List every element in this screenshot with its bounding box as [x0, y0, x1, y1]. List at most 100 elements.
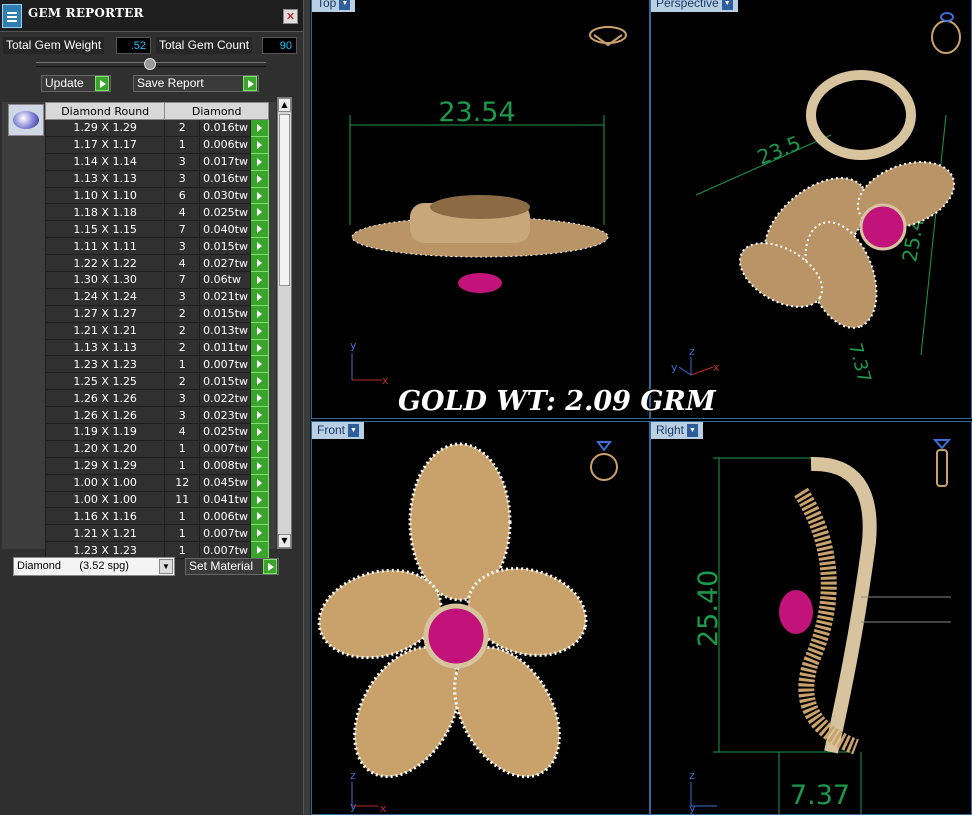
viewport-front[interactable]: Front ▼ z y x — [311, 421, 650, 815]
row-select-play-icon[interactable] — [250, 152, 269, 171]
row-select-play-icon[interactable] — [250, 321, 269, 340]
scroll-down-icon[interactable]: ▼ — [278, 534, 291, 548]
panel-splitter-handle[interactable] — [144, 58, 156, 70]
panel-titlebar: GEM REPORTER ✕ — [0, 0, 303, 32]
row-select-play-icon[interactable] — [250, 119, 269, 137]
close-icon[interactable]: ✕ — [283, 9, 298, 24]
table-row[interactable]: 1.10 X 1.10 6 0.030tw — [44, 186, 269, 205]
viewport-top[interactable]: Top ▼ 23.54 y x — [311, 0, 650, 419]
table-row[interactable]: 1.13 X 1.13 3 0.016tw — [44, 169, 269, 188]
row-select-play-icon[interactable] — [250, 473, 269, 492]
gem-count-cell: 1 — [164, 355, 201, 374]
gem-weight-cell: 0.022tw — [199, 389, 252, 408]
table-row[interactable]: 1.26 X 1.26 3 0.022tw — [44, 389, 269, 408]
row-select-play-icon[interactable] — [250, 490, 269, 509]
update-play-icon[interactable] — [95, 76, 109, 91]
table-row[interactable]: 1.23 X 1.23 1 0.007tw — [44, 355, 269, 374]
row-select-play-icon[interactable] — [250, 439, 269, 458]
material-select-value: Diamond (3.52 spg) — [17, 560, 129, 572]
gem-size-cell: 1.26 X 1.26 — [44, 406, 166, 425]
table-row[interactable]: 1.29 X 1.29 2 0.016tw — [44, 119, 269, 137]
save-report-button[interactable]: Save Report — [133, 75, 259, 92]
save-report-play-icon[interactable] — [243, 76, 257, 91]
table-row[interactable]: 1.24 X 1.24 3 0.021tw — [44, 287, 269, 306]
gem-list-scrollbar[interactable]: ▲ ▼ — [277, 97, 292, 549]
table-row[interactable]: 1.21 X 1.21 2 0.013tw — [44, 321, 269, 340]
table-row[interactable]: 1.25 X 1.25 2 0.015tw — [44, 372, 269, 391]
set-material-button-label: Set Material — [189, 559, 254, 573]
gem-count-cell: 7 — [164, 220, 201, 239]
material-select[interactable]: Diamond (3.52 spg) ▼ — [13, 557, 175, 576]
ruby-gem — [779, 590, 813, 634]
table-row[interactable]: 1.29 X 1.29 1 0.008tw — [44, 456, 269, 475]
column-header-diamond-round[interactable]: Diamond Round — [44, 102, 166, 120]
table-row[interactable]: 1.17 X 1.17 1 0.006tw — [44, 135, 269, 154]
row-select-play-icon[interactable] — [250, 372, 269, 391]
ruby-gem — [458, 273, 502, 293]
column-header-diamond[interactable]: Diamond — [164, 102, 269, 120]
row-select-play-icon[interactable] — [250, 203, 269, 222]
scroll-up-icon[interactable]: ▲ — [278, 98, 291, 112]
row-select-play-icon[interactable] — [250, 389, 269, 408]
row-select-play-icon[interactable] — [250, 304, 269, 323]
table-row[interactable]: 1.13 X 1.13 2 0.011tw — [44, 338, 269, 357]
row-select-play-icon[interactable] — [250, 355, 269, 374]
gem-weight-cell: 0.011tw — [199, 338, 252, 357]
table-row[interactable]: 1.19 X 1.19 4 0.025tw — [44, 423, 269, 441]
perspective-dimension-a: 23.5 — [754, 131, 804, 170]
row-select-play-icon[interactable] — [250, 254, 269, 273]
scrollbar-thumb[interactable] — [279, 114, 290, 286]
diamond-round-icon[interactable] — [8, 104, 44, 136]
panel-divider[interactable] — [303, 0, 311, 815]
table-row[interactable]: 1.22 X 1.22 4 0.027tw — [44, 254, 269, 273]
gem-count-cell: 2 — [164, 372, 201, 391]
panel-title: GEM REPORTER — [28, 6, 144, 20]
gem-size-cell: 1.21 X 1.21 — [44, 524, 166, 543]
row-select-play-icon[interactable] — [250, 423, 269, 441]
table-row[interactable]: 1.30 X 1.30 7 0.06tw — [44, 271, 269, 289]
ring-icon — [932, 439, 952, 487]
gem-weight-cell: 0.006tw — [199, 135, 252, 154]
gem-weight-cell: 0.045tw — [199, 473, 252, 492]
gem-size-cell: 1.19 X 1.19 — [44, 423, 166, 441]
table-row[interactable]: 1.00 X 1.00 11 0.041tw — [44, 490, 269, 509]
viewport-right[interactable]: Right ▼ 25.40 7.37 z y — [650, 421, 972, 815]
row-select-play-icon[interactable] — [250, 406, 269, 425]
row-select-play-icon[interactable] — [250, 135, 269, 154]
table-row[interactable]: 1.15 X 1.15 7 0.040tw — [44, 220, 269, 239]
table-row[interactable]: 1.20 X 1.20 1 0.007tw — [44, 439, 269, 458]
chevron-down-icon[interactable]: ▼ — [159, 559, 173, 574]
perspective-dimension-c: 7.37 — [844, 341, 875, 385]
row-select-play-icon[interactable] — [250, 186, 269, 205]
gem-size-cell: 1.14 X 1.14 — [44, 152, 166, 171]
row-select-play-icon[interactable] — [250, 271, 269, 289]
front-view-render: z y x — [317, 441, 618, 814]
gem-weight-cell: 0.007tw — [199, 355, 252, 374]
row-select-play-icon[interactable] — [250, 237, 269, 256]
right-dimension-depth: 7.37 — [790, 780, 850, 811]
set-material-play-icon[interactable] — [263, 559, 277, 574]
table-row[interactable]: 1.18 X 1.18 4 0.025tw — [44, 203, 269, 222]
gem-weight-cell: 0.040tw — [199, 220, 252, 239]
row-select-play-icon[interactable] — [250, 287, 269, 306]
row-select-play-icon[interactable] — [250, 456, 269, 475]
table-row[interactable]: 1.11 X 1.11 3 0.015tw — [44, 237, 269, 256]
table-row[interactable]: 1.14 X 1.14 3 0.017tw — [44, 152, 269, 171]
table-row[interactable]: 1.21 X 1.21 1 0.007tw — [44, 524, 269, 543]
row-select-play-icon[interactable] — [250, 338, 269, 357]
table-row[interactable]: 1.00 X 1.00 12 0.045tw — [44, 473, 269, 492]
gem-size-cell: 1.27 X 1.27 — [44, 304, 166, 323]
total-gem-count-value: 90 — [262, 37, 297, 54]
row-select-play-icon[interactable] — [250, 524, 269, 543]
viewport-perspective[interactable]: Perspective ▼ 23.5 25.40 7.37 z x y — [650, 0, 972, 419]
row-select-play-icon[interactable] — [250, 220, 269, 239]
table-row[interactable]: 1.26 X 1.26 3 0.023tw — [44, 406, 269, 425]
row-select-play-icon[interactable] — [250, 541, 269, 560]
update-button-label: Update — [45, 76, 84, 90]
table-row[interactable]: 1.16 X 1.16 1 0.006tw — [44, 507, 269, 526]
row-select-play-icon[interactable] — [250, 507, 269, 526]
gem-size-cell: 1.13 X 1.13 — [44, 169, 166, 188]
table-row[interactable]: 1.27 X 1.27 2 0.015tw — [44, 304, 269, 323]
row-select-play-icon[interactable] — [250, 169, 269, 188]
pendant-bail — [806, 70, 916, 160]
